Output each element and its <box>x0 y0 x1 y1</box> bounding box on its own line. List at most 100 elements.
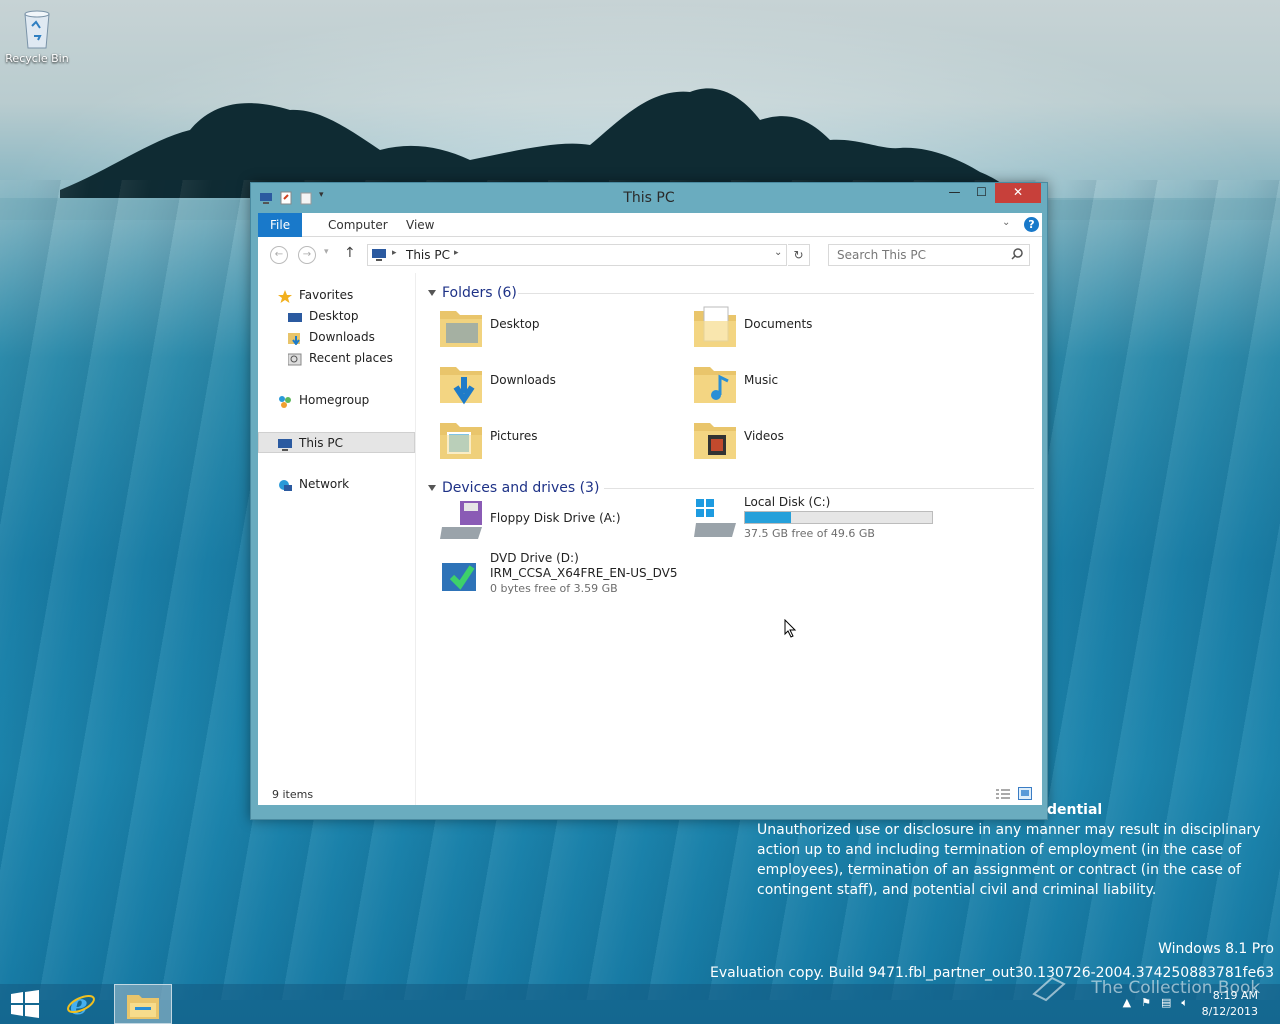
windows-logo-icon <box>11 990 39 1018</box>
minimize-button[interactable]: — <box>941 183 968 203</box>
folder-pictures[interactable]: Pictures <box>438 413 678 465</box>
folder-downloads[interactable]: Downloads <box>438 357 678 409</box>
internet-explorer-icon: e <box>67 989 95 1019</box>
back-button[interactable]: ← <box>270 246 288 264</box>
explorer-window: ▾ This PC — ☐ ✕ File Computer View ⌄ ? ←… <box>250 182 1048 820</box>
drive-local-disk-c[interactable]: Local Disk (C:) 37.5 GB free of 49.6 GB <box>692 495 952 547</box>
downloads-icon <box>288 331 302 346</box>
recycle-bin-icon <box>21 6 53 50</box>
documents-folder-icon <box>694 306 736 347</box>
nav-this-pc-label: This PC <box>299 436 343 450</box>
edition-watermark: Windows 8.1 Pro <box>1158 941 1274 957</box>
close-button[interactable]: ✕ <box>995 183 1041 203</box>
drive-dvd-d[interactable]: DVD Drive (D:) IRM_CCSA_X64FRE_EN-US_DV5… <box>438 551 678 603</box>
folder-downloads-label: Downloads <box>490 373 556 387</box>
dvd-drive-label: DVD Drive (D:) <box>490 551 579 565</box>
breadcrumb-arrow-icon[interactable]: ▸ <box>392 248 397 258</box>
up-button[interactable]: ↑ <box>344 245 356 261</box>
nav-network-label: Network <box>299 477 350 491</box>
collapse-arrow-icon <box>428 485 436 491</box>
devices-group-label: Devices and drives (3) <box>442 480 600 496</box>
legal-text: Unauthorized use or disclosure in any ma… <box>757 822 1261 898</box>
dvd-drive-icon <box>442 563 476 591</box>
nav-recent-places[interactable]: Recent places <box>258 348 415 369</box>
confidential-header: dential <box>1047 802 1103 818</box>
nav-homegroup[interactable]: Homegroup <box>258 390 415 411</box>
nav-network[interactable]: Network <box>258 474 415 495</box>
search-placeholder: Search This PC <box>837 248 926 262</box>
nav-desktop[interactable]: Desktop <box>258 306 415 327</box>
collection-book-watermark: The Collection Book <box>1030 974 1260 1002</box>
internet-explorer-button[interactable]: e <box>58 984 104 1024</box>
folders-group-header[interactable]: Folders (6) <box>428 283 517 303</box>
refresh-button[interactable]: ↻ <box>788 244 810 266</box>
recycle-bin-shortcut[interactable]: Recycle Bin <box>4 6 70 65</box>
nav-favorites-label: Favorites <box>299 288 354 302</box>
clock-date: 8/12/2013 <box>1201 1005 1258 1018</box>
help-icon[interactable]: ? <box>1024 217 1039 232</box>
tab-file[interactable]: File <box>258 213 303 237</box>
disk-usage-fill <box>745 512 791 523</box>
pictures-folder-icon <box>440 423 482 459</box>
file-explorer-button[interactable] <box>114 984 172 1024</box>
forward-button[interactable]: → <box>298 246 316 264</box>
local-disk-icon <box>694 499 736 537</box>
address-bar[interactable]: ▸ This PC ▸ ⌄ <box>367 244 787 266</box>
collection-watermark-text: The Collection Book <box>1091 978 1261 998</box>
recent-places-icon <box>287 352 302 366</box>
address-dropdown-icon[interactable]: ⌄ <box>774 247 782 258</box>
nav-this-pc[interactable]: This PC <box>258 432 415 453</box>
collapse-arrow-icon <box>428 290 436 296</box>
floppy-drive-label: Floppy Disk Drive (A:) <box>490 511 621 525</box>
start-button[interactable] <box>0 984 50 1024</box>
nav-homegroup-label: Homegroup <box>299 393 370 407</box>
nav-desktop-label: Desktop <box>309 309 359 323</box>
folder-music[interactable]: Music <box>692 357 932 409</box>
confidential-notice: dential Unauthorized use or disclosure i… <box>757 800 1277 900</box>
this-pc-icon <box>278 437 292 451</box>
folder-videos-label: Videos <box>744 429 784 443</box>
disk-usage-bar <box>744 511 933 524</box>
search-icon <box>1011 248 1023 263</box>
book-icon <box>1030 974 1066 1002</box>
network-icon <box>278 478 292 491</box>
tab-view[interactable]: View <box>394 213 446 237</box>
desktop-icon <box>288 310 302 323</box>
group-divider <box>604 488 1034 489</box>
drive-floppy[interactable]: Floppy Disk Drive (A:) <box>438 495 678 547</box>
tab-computer[interactable]: Computer <box>316 213 400 237</box>
navigation-bar: ← → ▾ ↑ ▸ This PC ▸ ⌄ ↻ Search This PC <box>258 237 1042 273</box>
expand-ribbon-icon[interactable]: ⌄ <box>1002 217 1010 228</box>
local-disk-label: Local Disk (C:) <box>744 495 831 509</box>
homegroup-icon <box>278 394 292 408</box>
nav-favorites[interactable]: Favorites <box>258 285 415 306</box>
item-count: 9 items <box>272 788 314 801</box>
folder-desktop[interactable]: Desktop <box>438 301 678 353</box>
recent-locations-icon[interactable]: ▾ <box>324 247 329 257</box>
folder-desktop-label: Desktop <box>490 317 540 331</box>
navigation-pane: Favorites Desktop Downloads Recent place… <box>258 273 416 805</box>
search-input[interactable]: Search This PC <box>828 244 1030 266</box>
group-divider <box>518 293 1034 294</box>
breadcrumb-this-pc[interactable]: This PC <box>406 248 450 262</box>
svg-text:e: e <box>70 989 88 1019</box>
floppy-drive-icon <box>440 501 482 539</box>
breadcrumb-arrow-icon[interactable]: ▸ <box>454 248 459 258</box>
window-title: This PC <box>623 190 675 206</box>
title-bar[interactable]: ▾ This PC — ☐ ✕ <box>251 183 1047 213</box>
folder-documents[interactable]: Documents <box>692 301 932 353</box>
desktop-folder-icon <box>440 311 482 347</box>
main-pane: Folders (6) Desktop Documents Downloads … <box>418 273 1042 785</box>
local-disk-free-space: 37.5 GB free of 49.6 GB <box>744 527 875 540</box>
maximize-button[interactable]: ☐ <box>968 183 995 203</box>
folders-group-label: Folders (6) <box>442 285 517 301</box>
folder-videos[interactable]: Videos <box>692 413 932 465</box>
mouse-cursor-icon <box>784 619 797 638</box>
folder-documents-label: Documents <box>744 317 813 331</box>
this-pc-icon <box>372 249 386 264</box>
ribbon-tabs: File Computer View ⌄ ? <box>258 213 1042 237</box>
music-folder-icon <box>694 367 736 403</box>
folder-music-label: Music <box>744 373 779 387</box>
nav-downloads[interactable]: Downloads <box>258 327 415 348</box>
content-area: Favorites Desktop Downloads Recent place… <box>258 273 1042 805</box>
